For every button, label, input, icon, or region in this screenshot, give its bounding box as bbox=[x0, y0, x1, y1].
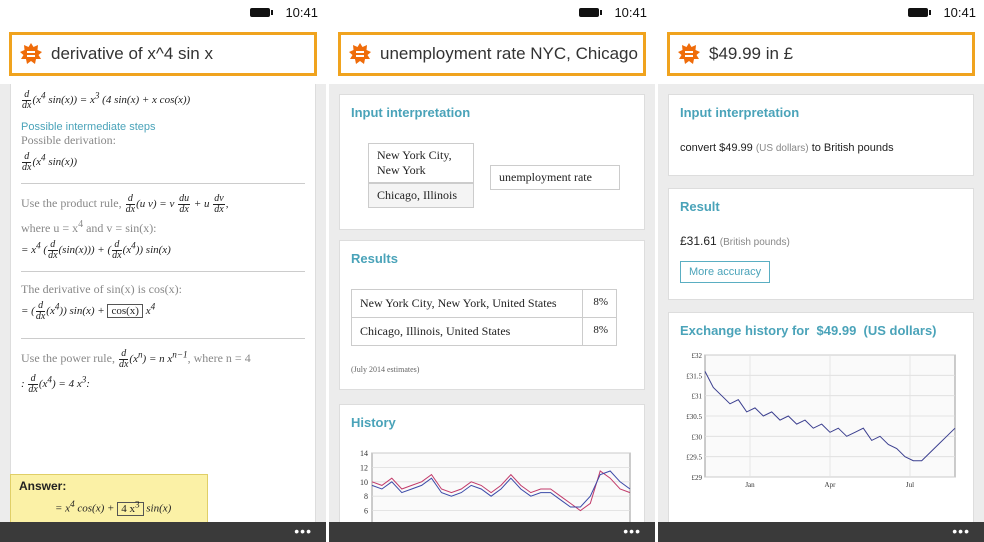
app-bar: ••• bbox=[0, 522, 326, 542]
interp-property: unemployment rate bbox=[490, 165, 620, 190]
interp-city2: Chicago, Illinois bbox=[368, 183, 474, 208]
result-card: Result £31.61 (British pounds) More accu… bbox=[668, 188, 974, 300]
y-tick-label: 10 bbox=[360, 478, 368, 487]
power-rule-formula: : d dx (x4) = 4 x3: bbox=[21, 373, 90, 395]
input-interpretation-card: Input interpretation convert $49.99 (US … bbox=[668, 94, 974, 176]
results-pane[interactable]: d dx (x4 sin(x)) = x3 (4 sin(x) + x cos(x)… bbox=[0, 84, 326, 522]
interp-city1: New York City, New York bbox=[368, 143, 474, 183]
power-rule-step: Use the power rule, d dx (xn) = n xn−1, wh… bbox=[21, 348, 251, 370]
input-interpretation-card: Input interpretation New York City, New … bbox=[339, 94, 645, 230]
product-rule-where: where u = x4 and v = sin(x): bbox=[21, 219, 157, 235]
results-note: (July 2014 estimates) bbox=[351, 365, 420, 374]
status-time: 10:41 bbox=[943, 5, 976, 20]
y-tick-label: £30 bbox=[692, 433, 703, 441]
screen-currency: 10:41 $49.99 in £ Input interpretation c… bbox=[658, 0, 984, 542]
results-card: Results New York City, New York, United … bbox=[339, 240, 645, 390]
intermediate-steps-link[interactable]: Possible intermediate steps bbox=[21, 121, 305, 133]
search-query: $49.99 in £ bbox=[709, 44, 794, 63]
sin-derivative-step: The derivative of sin(x) is cos(x): bbox=[21, 282, 182, 296]
interp-text: convert $49.99 (US dollars) to British p… bbox=[680, 142, 894, 154]
derivation-formula: d dx (x4 sin(x)) bbox=[22, 151, 78, 173]
battery-icon bbox=[250, 8, 273, 17]
search-input[interactable]: derivative of x^4 sin x bbox=[9, 32, 317, 76]
answer-formula: = x4 cos(x) + 4 x3 sin(x) bbox=[55, 499, 172, 516]
status-time: 10:41 bbox=[285, 5, 318, 20]
more-options-icon[interactable]: ••• bbox=[294, 524, 312, 538]
x-tick-label: Apr bbox=[825, 481, 837, 489]
status-time: 10:41 bbox=[614, 5, 647, 20]
top-formula: d dx (x4 sin(x)) = x3 (4 sin(x) + x cos(x)… bbox=[22, 89, 191, 111]
product-rule-formula: = x4 (d dx (sin(x))) + (d dx (x4)) sin(x) bbox=[21, 239, 171, 261]
wolfram-star-icon bbox=[349, 43, 371, 64]
table-row: New York City, New York, United States 8… bbox=[352, 290, 616, 318]
card-title: Results bbox=[351, 251, 398, 266]
app-bar: ••• bbox=[329, 522, 655, 542]
y-tick-label: £30.5 bbox=[686, 413, 702, 421]
screen-derivative: 10:41 derivative of x^4 sin x d dx (x4 sin… bbox=[0, 0, 326, 542]
possible-derivation-label: Possible derivation: bbox=[21, 133, 116, 147]
row-label: Chicago, Illinois, United States bbox=[360, 324, 511, 338]
results-pane[interactable]: Input interpretation convert $49.99 (US … bbox=[658, 84, 984, 522]
divider bbox=[21, 183, 305, 184]
search-query: unemployment rate NYC, Chicago bbox=[380, 44, 638, 63]
row-value: 8% bbox=[582, 290, 616, 317]
card-title: Input interpretation bbox=[680, 105, 800, 120]
status-bar: 10:41 bbox=[658, 0, 984, 26]
x-tick-label: Jan bbox=[745, 481, 755, 489]
exchange-history-card: Exchange history for $49.99 (US dollars)… bbox=[668, 312, 974, 522]
search-input[interactable]: $49.99 in £ bbox=[667, 32, 975, 76]
card-title: Input interpretation bbox=[351, 105, 471, 120]
card-title: History bbox=[351, 415, 396, 430]
derivative-result-sheet: d dx (x4 sin(x)) = x3 (4 sin(x) + x cos(x)… bbox=[10, 84, 316, 522]
card-title: Exchange history for $49.99 (US dollars) bbox=[680, 323, 937, 338]
table-row: Chicago, Illinois, United States 8% bbox=[352, 318, 616, 345]
product-rule-step: Use the product rule, d dx (u v) = v du dx … bbox=[21, 193, 229, 215]
status-bar: 10:41 bbox=[0, 0, 326, 26]
y-tick-label: 8 bbox=[364, 492, 368, 501]
more-options-icon[interactable]: ••• bbox=[952, 524, 970, 538]
y-tick-label: £29.5 bbox=[686, 454, 702, 462]
y-tick-label: £29 bbox=[692, 474, 703, 482]
plot-frame bbox=[371, 452, 631, 522]
row-value: 8% bbox=[582, 318, 616, 345]
answer-label: Answer: bbox=[19, 479, 67, 493]
row-label: New York City, New York, United States bbox=[360, 296, 557, 310]
battery-icon bbox=[908, 8, 931, 17]
sin-derivative-formula: = (d dx (x4)) sin(x) + cos(x) x4 bbox=[21, 300, 156, 322]
screen-unemployment: 10:41 unemployment rate NYC, Chicago Inp… bbox=[329, 0, 655, 542]
exchange-history-chart: £29 £29.5 £30 £30.5 £31 £31.5 £32 Jan Apr Jul bbox=[686, 352, 956, 489]
status-bar: 10:41 bbox=[329, 0, 655, 26]
more-options-icon[interactable]: ••• bbox=[623, 524, 641, 538]
y-tick-label: £31 bbox=[692, 393, 703, 401]
y-tick-label: 12 bbox=[360, 463, 368, 472]
y-tick-label: £32 bbox=[692, 352, 703, 360]
results-table: New York City, New York, United States 8… bbox=[351, 289, 617, 346]
y-tick-label: £31.5 bbox=[686, 372, 702, 380]
wolfram-star-icon bbox=[20, 43, 42, 64]
y-tick-label: 6 bbox=[364, 507, 368, 516]
app-bar: ••• bbox=[658, 522, 984, 542]
search-input[interactable]: unemployment rate NYC, Chicago bbox=[338, 32, 646, 76]
search-query: derivative of x^4 sin x bbox=[51, 44, 213, 63]
wolfram-star-icon bbox=[678, 43, 700, 64]
history-card: History 468101214 bbox=[339, 404, 645, 522]
divider bbox=[21, 271, 305, 272]
history-chart: 468101214 bbox=[360, 449, 631, 522]
more-accuracy-button[interactable]: More accuracy bbox=[680, 261, 771, 283]
y-tick-label: 14 bbox=[360, 449, 368, 458]
results-pane[interactable]: Input interpretation New York City, New … bbox=[329, 84, 655, 522]
card-title: Result bbox=[680, 199, 720, 214]
result-value: £31.61 (British pounds) bbox=[680, 234, 790, 248]
divider bbox=[21, 338, 305, 339]
x-tick-label: Jul bbox=[906, 481, 914, 489]
battery-icon bbox=[579, 8, 602, 17]
answer-box: Answer: = x4 cos(x) + 4 x3 sin(x) bbox=[10, 474, 208, 522]
